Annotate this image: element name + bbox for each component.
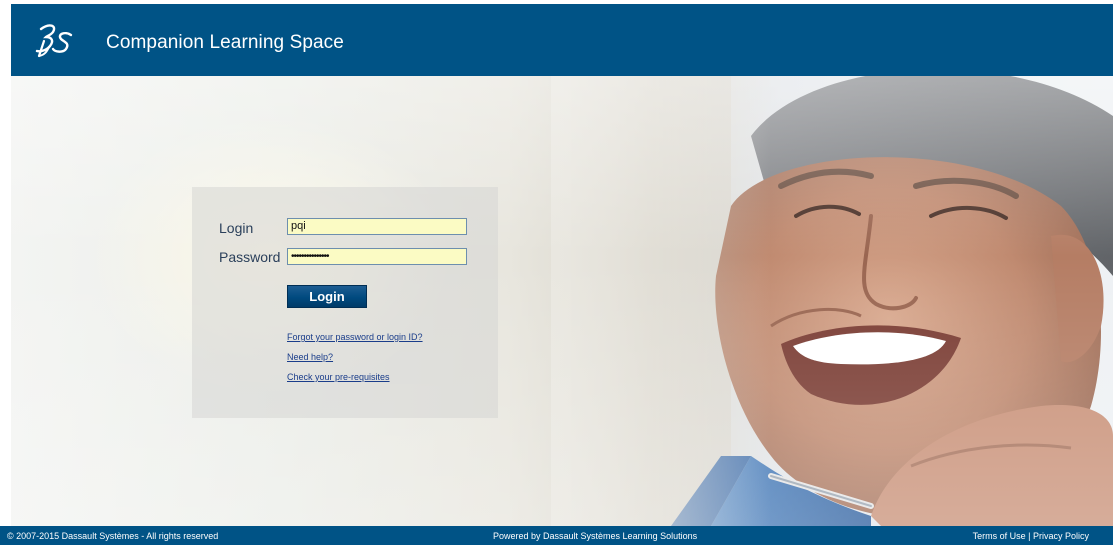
powered-by-text: Powered by Dassault Systèmes Learning So… [493, 531, 698, 541]
app-title: Companion Learning Space [106, 32, 344, 53]
footer-links: Terms of Use | Privacy Policy [973, 531, 1089, 541]
login-panel: Login pqi Password ••••••••••••••• Login… [192, 187, 498, 418]
footer-separator: | [1028, 531, 1031, 541]
terms-of-use-link[interactable]: Terms of Use [973, 531, 1026, 541]
privacy-policy-link[interactable]: Privacy Policy [1033, 531, 1089, 541]
copyright-text: © 2007-2015 Dassault Systèmes - All righ… [7, 531, 219, 541]
forgot-password-link[interactable]: Forgot your password or login ID? [287, 332, 423, 342]
login-button[interactable]: Login [287, 285, 367, 308]
login-input[interactable]: pqi [287, 218, 467, 235]
need-help-link[interactable]: Need help? [287, 352, 333, 362]
hero-background [11, 76, 1113, 526]
password-input[interactable]: ••••••••••••••• [287, 248, 467, 265]
password-label: Password [219, 249, 281, 265]
page-footer: © 2007-2015 Dassault Systèmes - All righ… [0, 526, 1113, 545]
login-label: Login [219, 220, 254, 236]
login-page: Companion Learning Space Login pqi Passw… [0, 0, 1113, 545]
hero-glow [11, 76, 1113, 526]
app-header: Companion Learning Space [11, 4, 1113, 76]
prerequisites-link[interactable]: Check your pre-requisites [287, 372, 390, 382]
3ds-logo-icon [35, 24, 73, 58]
